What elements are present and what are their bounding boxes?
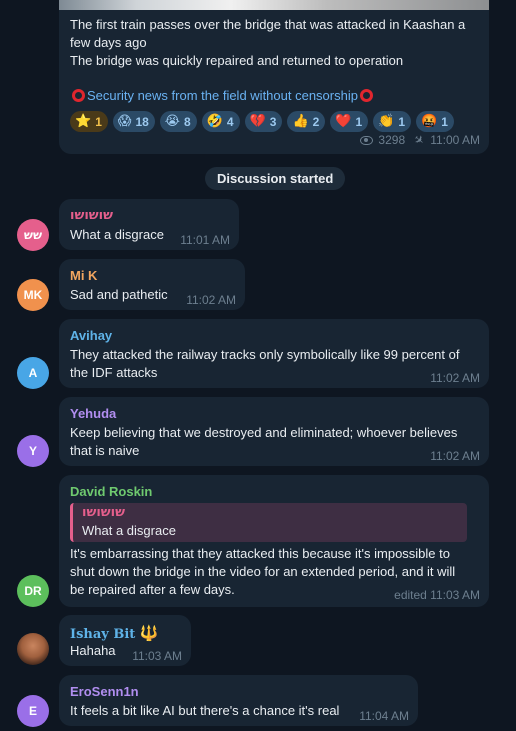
comment-author[interactable]: EroSenn1n [70, 684, 139, 699]
comment-text: They attacked the railway tracks only sy… [70, 347, 460, 362]
reaction-thumbs-up[interactable]: 👍 2 [287, 111, 326, 132]
comment-text: Keep believing that we destroyed and eli… [70, 425, 458, 440]
red-circle-icon [72, 89, 85, 102]
reactions-bar: ⭐ 1 😱 18 😭 8 🤣 4 💔 3 👍 2 ❤️ 1 👏 1 🤬 1 [70, 111, 459, 132]
channel-post[interactable]: The first train passes over the bridge t… [59, 0, 489, 154]
comment-author[interactable]: שושושו [70, 208, 113, 223]
reaction-count: 3 [269, 114, 277, 129]
reaction-clap[interactable]: 👏 1 [373, 111, 412, 132]
comment-text: Hahaha [70, 643, 116, 658]
comment-text: Sad and pathetic [70, 287, 168, 302]
red-circle-icon [359, 89, 373, 102]
reply-quote[interactable]: שושושו What a disgrace [70, 503, 467, 542]
channel-link-text: Security news from the field without cen… [87, 88, 358, 103]
view-count: 3298 [378, 133, 406, 147]
avatar[interactable]: DR [17, 575, 49, 607]
heart-icon: ❤️ [335, 114, 352, 129]
reply-text: What a disgrace [82, 523, 176, 538]
comment-time: 11:02 AM [186, 293, 236, 307]
discussion-started-label: Discussion started [205, 167, 346, 190]
comment-time: 11:02 AM [430, 371, 480, 385]
thumbs-up-icon: 👍 [292, 114, 309, 129]
comment-text: shut down the bridge in the video for an… [70, 564, 456, 579]
reaction-count: 18 [135, 114, 149, 129]
post-media-preview[interactable] [59, 0, 489, 10]
post-text-line: few days ago [70, 35, 147, 50]
avatar[interactable]: A [17, 357, 49, 389]
comment-author[interactable]: Mi K [70, 268, 97, 283]
comment-bubble[interactable]: Mi K Sad and pathetic 11:02 AM [59, 259, 245, 310]
comment-text: be repaired after a few days. [70, 582, 235, 597]
post-text-line: The bridge was quickly repaired and retu… [70, 53, 404, 68]
comment-text: that is naive [70, 443, 140, 458]
comment-text: What a disgrace [70, 227, 164, 242]
reaction-rofl[interactable]: 🤣 4 [201, 111, 240, 132]
comment-bubble[interactable]: Ishay Bit 🔱 Hahaha 11:03 AM [59, 615, 191, 666]
reaction-star[interactable]: ⭐ 1 [70, 111, 108, 132]
comment-time: 11:02 AM [430, 449, 480, 463]
comment-bubble[interactable]: Yehuda Keep believing that we destroyed … [59, 397, 489, 466]
reaction-count: 1 [95, 114, 102, 129]
comment-bubble[interactable]: David Roskin שושושו What a disgrace It's… [59, 475, 489, 607]
broken-heart-icon: 💔 [249, 114, 266, 129]
author-name: Ishay Bit [70, 627, 136, 642]
comment-time: 11:04 AM [359, 709, 409, 723]
angry-face-icon: 🤬 [421, 114, 438, 129]
comment-text: It's embarrassing that they attacked thi… [70, 546, 450, 561]
avatar[interactable]: שש [17, 219, 49, 251]
comment-author[interactable]: Yehuda [70, 406, 116, 421]
comment-text: the IDF attacks [70, 365, 158, 380]
screaming-face-icon: 😱 [117, 114, 132, 129]
comment-time: 11:01 AM [180, 233, 230, 247]
comment-time: 11:03 AM [132, 649, 182, 663]
comment-author[interactable]: David Roskin [70, 484, 152, 499]
rofl-face-icon: 🤣 [206, 114, 223, 129]
channel-link[interactable]: Security news from the field without cen… [70, 88, 375, 103]
post-text-line: The first train passes over the bridge t… [70, 17, 466, 32]
comment-text: It feels a bit like AI but there's a cha… [70, 703, 340, 718]
reaction-heart[interactable]: ❤️ 1 [330, 111, 369, 132]
comment-author[interactable]: Ishay Bit 🔱 [70, 624, 159, 642]
avatar[interactable]: Y [17, 435, 49, 467]
clap-icon: 👏 [378, 114, 395, 129]
reaction-scream[interactable]: 😱 18 [112, 111, 155, 132]
avatar[interactable]: E [17, 695, 49, 727]
reaction-count: 8 [184, 114, 191, 129]
reaction-count: 1 [355, 114, 363, 129]
reaction-cry[interactable]: 😭 8 [159, 111, 197, 132]
profile-photo-avatar[interactable] [17, 633, 49, 665]
avatar[interactable]: MK [17, 279, 49, 311]
reaction-count: 4 [226, 114, 234, 129]
reaction-count: 2 [312, 114, 320, 129]
reaction-angry[interactable]: 🤬 1 [416, 111, 454, 132]
trident-icon: 🔱 [139, 624, 159, 642]
comment-time: edited 11:03 AM [394, 588, 480, 602]
post-time: 11:00 AM [430, 133, 480, 147]
post-meta: 3298 ✈ 11:00 AM [360, 131, 480, 149]
reply-author: שושושו [82, 505, 125, 520]
reaction-broken-heart[interactable]: 💔 3 [244, 111, 283, 132]
comment-bubble[interactable]: EroSenn1n It feels a bit like AI but the… [59, 675, 418, 726]
comment-author[interactable]: Avihay [70, 328, 112, 343]
pin-icon: ✈ [410, 131, 428, 149]
eye-icon [360, 135, 374, 145]
comment-bubble[interactable]: Avihay They attacked the railway tracks … [59, 319, 489, 388]
star-icon: ⭐ [75, 114, 92, 129]
crying-face-icon: 😭 [164, 114, 180, 129]
comment-bubble[interactable]: שושושו What a disgrace 11:01 AM [59, 199, 239, 250]
reaction-count: 1 [398, 114, 406, 129]
reaction-count: 1 [441, 114, 448, 129]
